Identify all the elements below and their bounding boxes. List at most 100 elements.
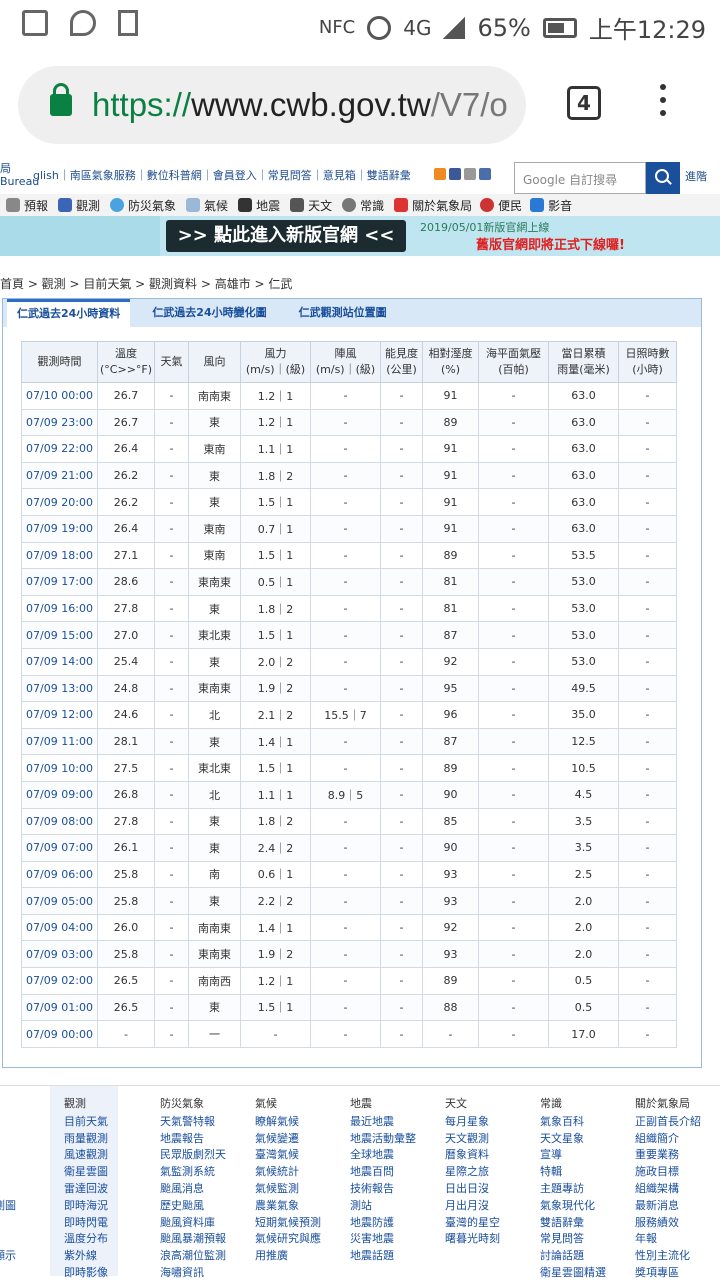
plurk-icon[interactable] (464, 168, 476, 180)
footer-link[interactable]: 預報 (0, 1215, 16, 1232)
footer-link[interactable]: 臺灣的星空 (445, 1215, 500, 1232)
footer-link[interactable]: 雷達回波 (64, 1181, 108, 1198)
advanced-search-link[interactable]: 進階 (685, 168, 707, 184)
footer-link[interactable]: 預報 (0, 1114, 16, 1131)
nav-forecast[interactable]: 預報 (0, 197, 48, 214)
footer-link[interactable]: 重要業務 (635, 1147, 701, 1164)
footer-heading[interactable]: 氣候 (255, 1096, 321, 1113)
footer-link[interactable]: 浪高潮位監測 (160, 1248, 226, 1265)
footer-link[interactable]: 氣象 (0, 1148, 16, 1165)
footer-link[interactable]: 地震報告 (160, 1131, 226, 1148)
footer-heading[interactable]: 關於氣象局 (635, 1096, 701, 1113)
footer-link[interactable]: 歷史颱風 (160, 1198, 226, 1215)
footer-link[interactable]: 雙語辭彙 (540, 1215, 606, 1232)
footer-link[interactable]: 最新消息 (635, 1198, 701, 1215)
footer-link[interactable]: 氣監測系統 (160, 1164, 226, 1181)
footer-link[interactable]: 衛星雲圖精選 (540, 1265, 606, 1282)
footer-link[interactable]: 都市 (0, 1181, 16, 1198)
mobile-icon[interactable] (479, 168, 491, 180)
footer-link[interactable]: 海嘯資訊 (160, 1265, 226, 1282)
footer-link[interactable]: 颱風消息 (160, 1181, 226, 1198)
footer-heading[interactable]: 觀測 (64, 1096, 108, 1113)
footer-link[interactable]: 溫度分布 (64, 1231, 108, 1248)
footer-link[interactable]: 討論話題 (540, 1248, 606, 1265)
nav-knowledge[interactable]: 常識 (332, 197, 384, 214)
footer-link[interactable]: 氣候統計 (255, 1164, 321, 1181)
tab-station-map[interactable]: 仁武觀測站位置圖 (289, 299, 397, 327)
footer-link[interactable]: 服務績效 (635, 1215, 701, 1232)
footer-link[interactable]: 預報顯示 (0, 1248, 16, 1265)
footer-link[interactable]: 氣候監測 (255, 1181, 321, 1198)
search-input[interactable]: Google 自訂搜尋 (514, 162, 646, 194)
footer-link[interactable]: 獎項專區 (635, 1265, 701, 1282)
footer-link[interactable]: 每月星象 (445, 1114, 500, 1131)
tab-24h-chart[interactable]: 仁武過去24小時變化圖 (142, 299, 276, 327)
footer-link[interactable]: 天文星象 (540, 1131, 606, 1148)
footer-link[interactable]: 衛星雲圖 (64, 1164, 108, 1181)
footer-link[interactable]: 日出日沒 (445, 1181, 500, 1198)
footer-link[interactable]: 地震防護 (350, 1215, 416, 1232)
footer-heading[interactable]: 常識 (540, 1096, 606, 1113)
footer-link[interactable]: 特輯 (540, 1164, 606, 1181)
footer-link[interactable]: 氣象 (0, 1131, 16, 1148)
footer-link[interactable]: 年報 (635, 1231, 701, 1248)
footer-heading[interactable]: 地震 (350, 1096, 416, 1113)
footer-link[interactable]: 組織簡介 (635, 1131, 701, 1148)
footer-link[interactable]: 天文觀測 (445, 1131, 500, 1148)
footer-link[interactable]: 星際之旅 (445, 1164, 500, 1181)
footer-link[interactable]: 災害地震 (350, 1231, 416, 1248)
tab-24h-data[interactable]: 仁武過去24小時資料 (7, 299, 131, 327)
footer-link[interactable]: 雨量觀測 (64, 1131, 108, 1148)
footer-link[interactable]: 地震話題 (350, 1248, 416, 1265)
footer-link[interactable]: 颱風資料庫 (160, 1215, 226, 1232)
footer-link[interactable]: 氣候研究與應 (255, 1231, 321, 1248)
new-site-link[interactable]: >> 點此進入新版官網 << (166, 220, 406, 252)
footer-link[interactable]: 即時閃電 (64, 1215, 108, 1232)
address-bar[interactable]: https://www.cwb.gov.tw/V7/o (18, 66, 526, 144)
footer-link[interactable]: 技術報告 (350, 1181, 416, 1198)
footer-link[interactable]: 地震百問 (350, 1164, 416, 1181)
nav-astronomy[interactable]: 天文 (280, 197, 332, 214)
footer-link[interactable]: 最近地震 (350, 1114, 416, 1131)
footer-link[interactable]: 常見問答 (540, 1231, 606, 1248)
new-site-banner[interactable]: >> 點此進入新版官網 << 2019/05/01新版官網上線 舊版官網即將正式… (0, 216, 720, 256)
top-links[interactable]: glish｜南區氣象服務｜數位科普網｜會員登入｜常見問答｜意見箱｜雙語辭彙 (33, 167, 411, 183)
tab-switcher-button[interactable]: 4 (567, 86, 601, 120)
nav-observation[interactable]: 觀測 (48, 197, 100, 214)
footer-link[interactable]: 曆象資料 (445, 1147, 500, 1164)
footer-heading[interactable]: 防災氣象 (160, 1096, 226, 1113)
nav-disaster[interactable]: 防災氣象 (100, 197, 176, 214)
rss-icon[interactable] (434, 168, 446, 180)
footer-link[interactable]: 正副首長介紹 (635, 1114, 701, 1131)
footer-link[interactable]: 氣候變遷 (255, 1131, 321, 1148)
footer-link[interactable]: 短期氣候預測 (255, 1215, 321, 1232)
breadcrumb[interactable]: 首頁 > 觀測 > 目前天氣 > 觀測資料 > 高雄市 > 仁武 (0, 275, 292, 292)
footer-link[interactable]: 瞭解氣候 (255, 1114, 321, 1131)
footer-link[interactable]: 曙暮光時刻 (445, 1231, 500, 1248)
footer-link[interactable]: 月出月沒 (445, 1198, 500, 1215)
footer-link[interactable]: 目前天氣 (64, 1114, 108, 1131)
facebook-icon[interactable] (449, 168, 461, 180)
footer-link[interactable]: 天氣警特報 (160, 1114, 226, 1131)
footer-link[interactable]: 宣導 (540, 1147, 606, 1164)
footer-link[interactable]: 組織架構 (635, 1181, 701, 1198)
footer-link[interactable]: 氣象現代化 (540, 1198, 606, 1215)
footer-link[interactable]: 紫外線 (64, 1248, 108, 1265)
footer-link[interactable]: 氣象百科 (540, 1114, 606, 1131)
footer-link[interactable]: 測站 (350, 1198, 416, 1215)
search-button[interactable] (646, 162, 680, 194)
url-text[interactable]: https://www.cwb.gov.tw/V7/o (92, 86, 512, 124)
footer-link[interactable]: 民眾版劇烈天 (160, 1147, 226, 1164)
footer-heading[interactable] (0, 1096, 16, 1113)
nav-media[interactable]: 影音 (522, 197, 572, 214)
footer-link[interactable]: 主題專訪 (540, 1181, 606, 1198)
footer-heading[interactable]: 天文 (445, 1096, 500, 1113)
footer-link[interactable]: 即時影像 (64, 1265, 108, 1282)
footer-link[interactable]: 地震活動彙整 (350, 1131, 416, 1148)
footer-link[interactable]: 及預測圖 (0, 1198, 16, 1215)
footer-link[interactable]: 用推廣 (255, 1248, 321, 1265)
footer-link[interactable]: 施政目標 (635, 1164, 701, 1181)
footer-link[interactable]: 颱風暴潮預報 (160, 1231, 226, 1248)
footer-link[interactable]: 風速觀測 (64, 1147, 108, 1164)
footer-link[interactable]: 模式 (0, 1232, 16, 1249)
